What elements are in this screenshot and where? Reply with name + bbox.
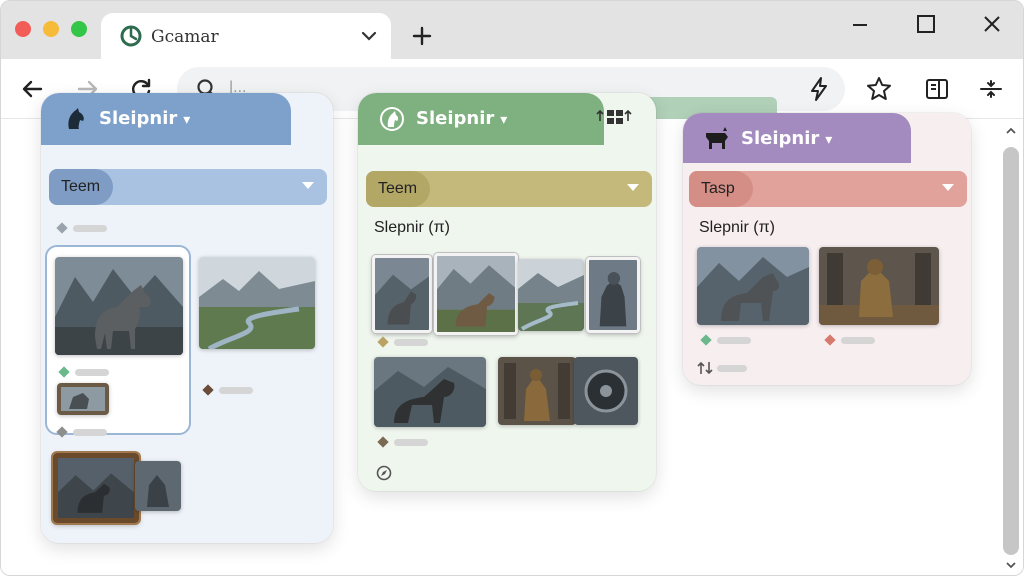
meta-row bbox=[56, 426, 117, 438]
tag-icon bbox=[824, 334, 836, 346]
bolt-icon[interactable] bbox=[805, 75, 833, 103]
panel-1-header[interactable]: Sleipnir ▾ bbox=[41, 93, 291, 145]
minimize-icon[interactable] bbox=[849, 13, 871, 35]
placeholder-line bbox=[75, 369, 109, 376]
browser-window: Gcamar |... Sleipnir ▾ Teem Sleipnir ▾ T… bbox=[0, 0, 1024, 576]
chevron-down-icon bbox=[302, 182, 314, 189]
horse-image[interactable] bbox=[372, 255, 432, 333]
close-window-button[interactable] bbox=[15, 21, 31, 37]
chevron-down-icon bbox=[627, 184, 639, 191]
landscape-image[interactable] bbox=[199, 257, 315, 349]
meta-row bbox=[377, 436, 438, 448]
compass-icon[interactable] bbox=[376, 465, 392, 481]
horse-logo-icon bbox=[68, 108, 84, 129]
zoom-window-button[interactable] bbox=[71, 21, 87, 37]
panel-2-subtitle: Slepnir (π) bbox=[374, 219, 450, 236]
meta-row bbox=[700, 334, 761, 346]
tag-icon bbox=[58, 366, 70, 378]
team-label: Teem bbox=[61, 178, 101, 195]
scroll-down-icon[interactable] bbox=[1005, 559, 1017, 571]
warrior-image[interactable] bbox=[498, 357, 576, 425]
horse-image[interactable] bbox=[374, 357, 486, 427]
placeholder-line bbox=[717, 365, 747, 372]
meta-row bbox=[377, 336, 438, 348]
meta-row bbox=[202, 384, 263, 396]
valley-image[interactable] bbox=[518, 259, 584, 331]
shield-image[interactable] bbox=[574, 357, 638, 425]
star-icon[interactable] bbox=[865, 75, 893, 103]
tab-favicon-icon bbox=[120, 25, 142, 47]
tag-icon bbox=[700, 334, 712, 346]
creature-image[interactable] bbox=[135, 461, 181, 511]
panel-2-title: Sleipnir ▾ bbox=[416, 108, 508, 129]
close-icon[interactable] bbox=[981, 13, 1003, 35]
panel-2-header[interactable]: Sleipnir ▾ bbox=[358, 93, 604, 145]
chevron-down-icon bbox=[942, 184, 954, 191]
panel-3-title: Sleipnir ▾ bbox=[741, 128, 833, 149]
placeholder-line bbox=[394, 339, 428, 346]
sidebar-icon[interactable] bbox=[923, 75, 951, 103]
warrior-image[interactable] bbox=[819, 247, 939, 325]
placeholder-line bbox=[717, 337, 751, 344]
panel-1-title: Sleipnir ▾ bbox=[99, 108, 191, 129]
grid-icon[interactable] bbox=[596, 107, 632, 127]
horse-image[interactable] bbox=[55, 257, 183, 355]
panel-3-team-select[interactable]: Tasp bbox=[689, 171, 967, 207]
team-label: Tasp bbox=[701, 180, 735, 197]
panel-3: Sleipnir ▾ Tasp Slepnir (π) bbox=[683, 113, 971, 385]
home-icon bbox=[56, 222, 68, 234]
small-horse-image[interactable] bbox=[57, 383, 109, 415]
sort-icon[interactable] bbox=[697, 361, 715, 375]
panel-3-header[interactable]: Sleipnir ▾ bbox=[683, 113, 911, 163]
placeholder-line bbox=[219, 387, 253, 394]
panel-2-team-select[interactable]: Teem bbox=[366, 171, 652, 207]
panel-3-subtitle: Slepnir (π) bbox=[699, 219, 775, 236]
horse-logo-icon bbox=[380, 107, 404, 131]
tag-icon bbox=[56, 426, 68, 438]
team-label: Teem bbox=[378, 180, 418, 197]
tag-icon bbox=[377, 436, 389, 448]
tab-strip: Gcamar bbox=[1, 1, 1023, 59]
knight-image[interactable] bbox=[586, 257, 640, 333]
minimize-window-button[interactable] bbox=[43, 21, 59, 37]
placeholder-line bbox=[73, 225, 107, 232]
horse-logo-icon bbox=[706, 127, 728, 149]
plus-icon[interactable] bbox=[411, 25, 433, 47]
maximize-icon[interactable] bbox=[915, 13, 937, 35]
tab-active[interactable]: Gcamar bbox=[101, 13, 391, 59]
tag-icon bbox=[202, 384, 214, 396]
horse-image[interactable] bbox=[434, 253, 518, 335]
scrollbar-thumb[interactable] bbox=[1003, 147, 1019, 555]
placeholder-line bbox=[73, 429, 107, 436]
framed-horse-image[interactable] bbox=[53, 453, 139, 523]
scrollbar[interactable] bbox=[999, 119, 1023, 575]
meta-row bbox=[58, 366, 119, 378]
menu-icon[interactable] bbox=[977, 75, 1005, 103]
panel-1-team-select[interactable]: Teem bbox=[49, 169, 327, 205]
meta-row bbox=[824, 334, 885, 346]
scroll-up-icon[interactable] bbox=[1005, 125, 1017, 137]
back-icon[interactable] bbox=[19, 75, 47, 103]
tag-icon bbox=[377, 336, 389, 348]
panel-1: Sleipnir ▾ Teem bbox=[41, 93, 333, 543]
meta-row bbox=[56, 222, 117, 234]
tab-title: Gcamar bbox=[151, 27, 219, 47]
horse-image[interactable] bbox=[697, 247, 809, 325]
placeholder-line bbox=[394, 439, 428, 446]
chevron-down-icon[interactable] bbox=[359, 26, 379, 46]
panel-2: Sleipnir ▾ Teem Slepnir (π) bbox=[358, 93, 656, 491]
placeholder-line bbox=[841, 337, 875, 344]
